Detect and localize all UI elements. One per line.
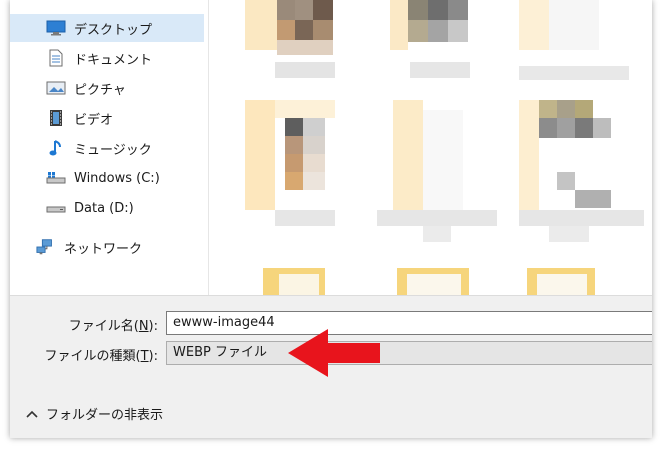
nav-item-label: ビデオ xyxy=(74,112,114,128)
nav-item-pictures[interactable]: ピクチャ xyxy=(10,74,204,102)
filename-input[interactable]: ewww-image44 xyxy=(166,311,652,335)
drive-c-icon xyxy=(46,168,66,188)
nav-item-videos[interactable]: ビデオ xyxy=(10,104,204,132)
file-list-pane xyxy=(209,0,652,295)
file-thumbnail[interactable] xyxy=(245,100,345,230)
nav-item-label: デスクトップ xyxy=(74,22,153,38)
nav-item-drive-d[interactable]: Data (D:) xyxy=(10,194,204,222)
nav-item-label: ネットワーク xyxy=(64,241,143,257)
document-icon xyxy=(46,48,66,68)
music-icon xyxy=(46,138,66,158)
nav-item-label: Windows (C:) xyxy=(74,170,160,186)
nav-item-documents[interactable]: ドキュメント xyxy=(10,44,204,72)
chevron-up-icon xyxy=(26,410,38,418)
filetype-select[interactable]: WEBP ファイル xyxy=(166,341,652,365)
desktop-icon xyxy=(46,18,66,38)
hide-folders-label: フォルダーの非表示 xyxy=(46,408,164,423)
file-thumbnail[interactable] xyxy=(390,0,480,80)
nav-item-label: ドキュメント xyxy=(74,52,153,68)
nav-item-label: ピクチャ xyxy=(74,82,126,98)
file-thumbnail[interactable] xyxy=(377,100,497,245)
folder-icon[interactable] xyxy=(263,268,325,295)
drive-d-icon xyxy=(46,198,66,218)
navigation-pane: デスクトップ ドキュメント ピクチャ ビデオ ミュージック Windows (C… xyxy=(10,0,208,295)
file-thumbnail[interactable] xyxy=(245,0,340,80)
filename-label: ファイル名(N): xyxy=(68,319,158,334)
video-icon xyxy=(46,108,66,128)
network-icon xyxy=(36,237,56,257)
hide-folders-toggle[interactable]: フォルダーの非表示 xyxy=(26,404,163,423)
nav-item-network[interactable]: ネットワーク xyxy=(10,233,204,261)
nav-item-label: Data (D:) xyxy=(74,200,134,216)
nav-item-music[interactable]: ミュージック xyxy=(10,134,204,162)
folder-icon[interactable] xyxy=(527,268,595,295)
red-arrow-annotation xyxy=(288,329,380,377)
file-thumbnail[interactable] xyxy=(519,100,644,245)
nav-item-label: ミュージック xyxy=(74,142,152,158)
nav-item-drive-c[interactable]: Windows (C:) xyxy=(10,164,204,192)
folder-icon[interactable] xyxy=(397,268,469,295)
file-save-dialog: デスクトップ ドキュメント ピクチャ ビデオ ミュージック Windows (C… xyxy=(10,0,652,438)
pictures-icon xyxy=(46,78,66,98)
filetype-label: ファイルの種類(T): xyxy=(44,349,158,364)
file-thumbnail[interactable] xyxy=(519,0,629,85)
nav-item-desktop[interactable]: デスクトップ xyxy=(10,14,204,42)
